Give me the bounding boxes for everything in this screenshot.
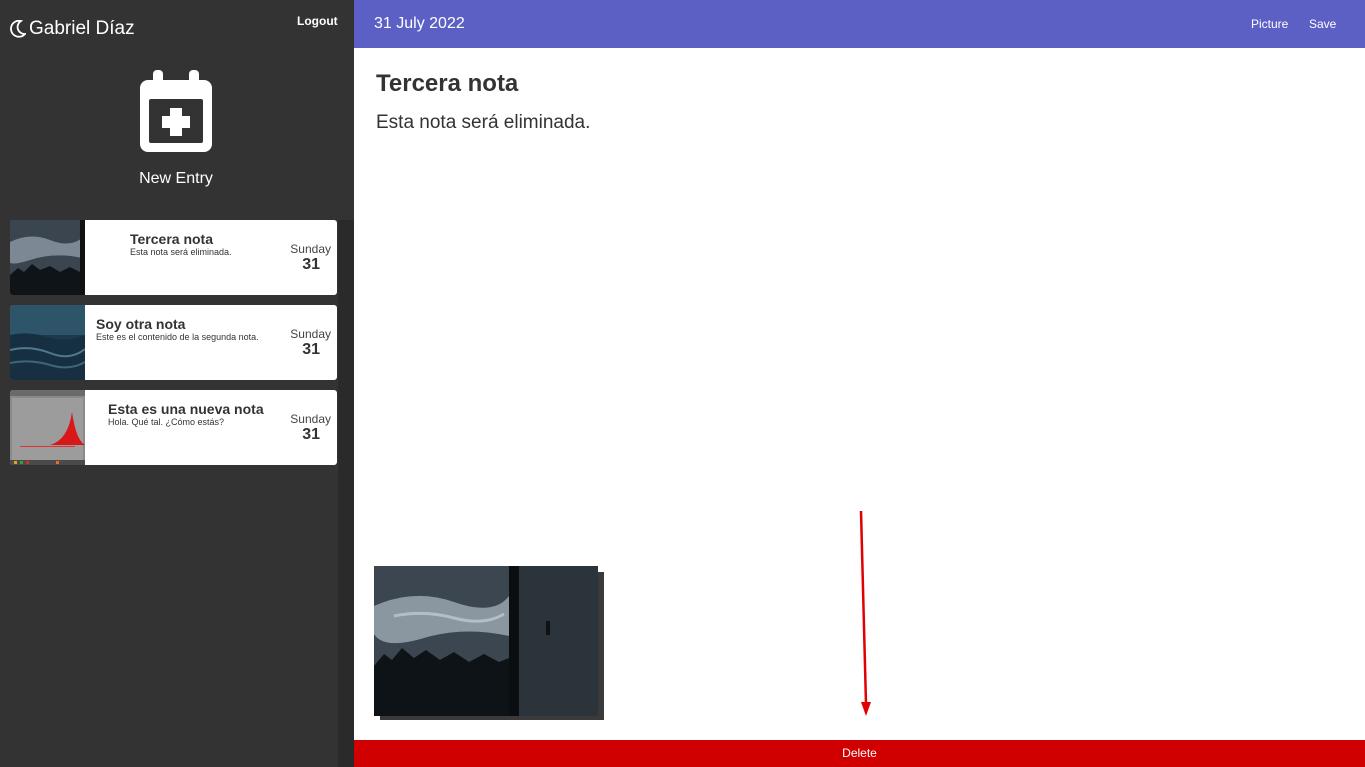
annotation-arrow — [859, 510, 871, 716]
entry-card[interactable]: Esta es una nueva nota Hola. Qué tal. ¿C… — [10, 390, 337, 465]
entry-title: Tercera nota — [130, 231, 213, 247]
entry-card[interactable]: Soy otra nota Este es el contenido de la… — [10, 305, 337, 380]
entry-day: Sunday — [290, 412, 331, 426]
user-name: Gabriel Díaz — [29, 18, 135, 39]
entry-date-heading: 31 July 2022 — [374, 15, 465, 32]
delete-button[interactable]: Delete — [354, 740, 1365, 767]
brand: Gabriel Díaz — [10, 18, 135, 40]
entry-thumbnail — [10, 390, 85, 465]
sidebar: Gabriel Díaz Logout New Entry Tercera no… — [0, 0, 354, 767]
entry-day: Sunday — [290, 327, 331, 341]
new-entry-button[interactable]: New Entry — [96, 70, 256, 188]
entry-thumbnail — [10, 305, 85, 380]
logout-button[interactable]: Logout — [297, 14, 338, 28]
entry-card[interactable]: Tercera nota Esta nota será eliminada. S… — [10, 220, 337, 295]
entry-day: Sunday — [290, 242, 331, 256]
entry-title: Esta es una nueva nota — [108, 401, 264, 417]
note-picture — [374, 566, 604, 721]
note-body[interactable]: Esta nota será eliminada. — [376, 112, 590, 134]
picture-image — [374, 566, 598, 716]
entry-text: Este es el contenido de la segunda nota. — [96, 332, 259, 342]
top-bar: 31 July 2022 Picture Save — [354, 0, 1365, 48]
entry-title: Soy otra nota — [96, 316, 186, 332]
note-title[interactable]: Tercera nota — [376, 70, 518, 98]
picture-button[interactable]: Picture — [1251, 17, 1288, 31]
entry-date: 31 — [302, 256, 320, 273]
new-entry-label: New Entry — [139, 170, 213, 187]
save-button[interactable]: Save — [1309, 17, 1336, 31]
entry-text: Esta nota será eliminada. — [130, 247, 232, 257]
entry-date: 31 — [302, 341, 320, 358]
moon-icon — [10, 20, 26, 38]
calendar-plus-icon — [140, 70, 212, 152]
entry-text: Hola. Qué tal. ¿Cómo estás? — [108, 417, 225, 427]
entry-date: 31 — [302, 426, 320, 443]
sidebar-scrollbar[interactable] — [338, 220, 354, 767]
entry-thumbnail — [10, 220, 85, 295]
